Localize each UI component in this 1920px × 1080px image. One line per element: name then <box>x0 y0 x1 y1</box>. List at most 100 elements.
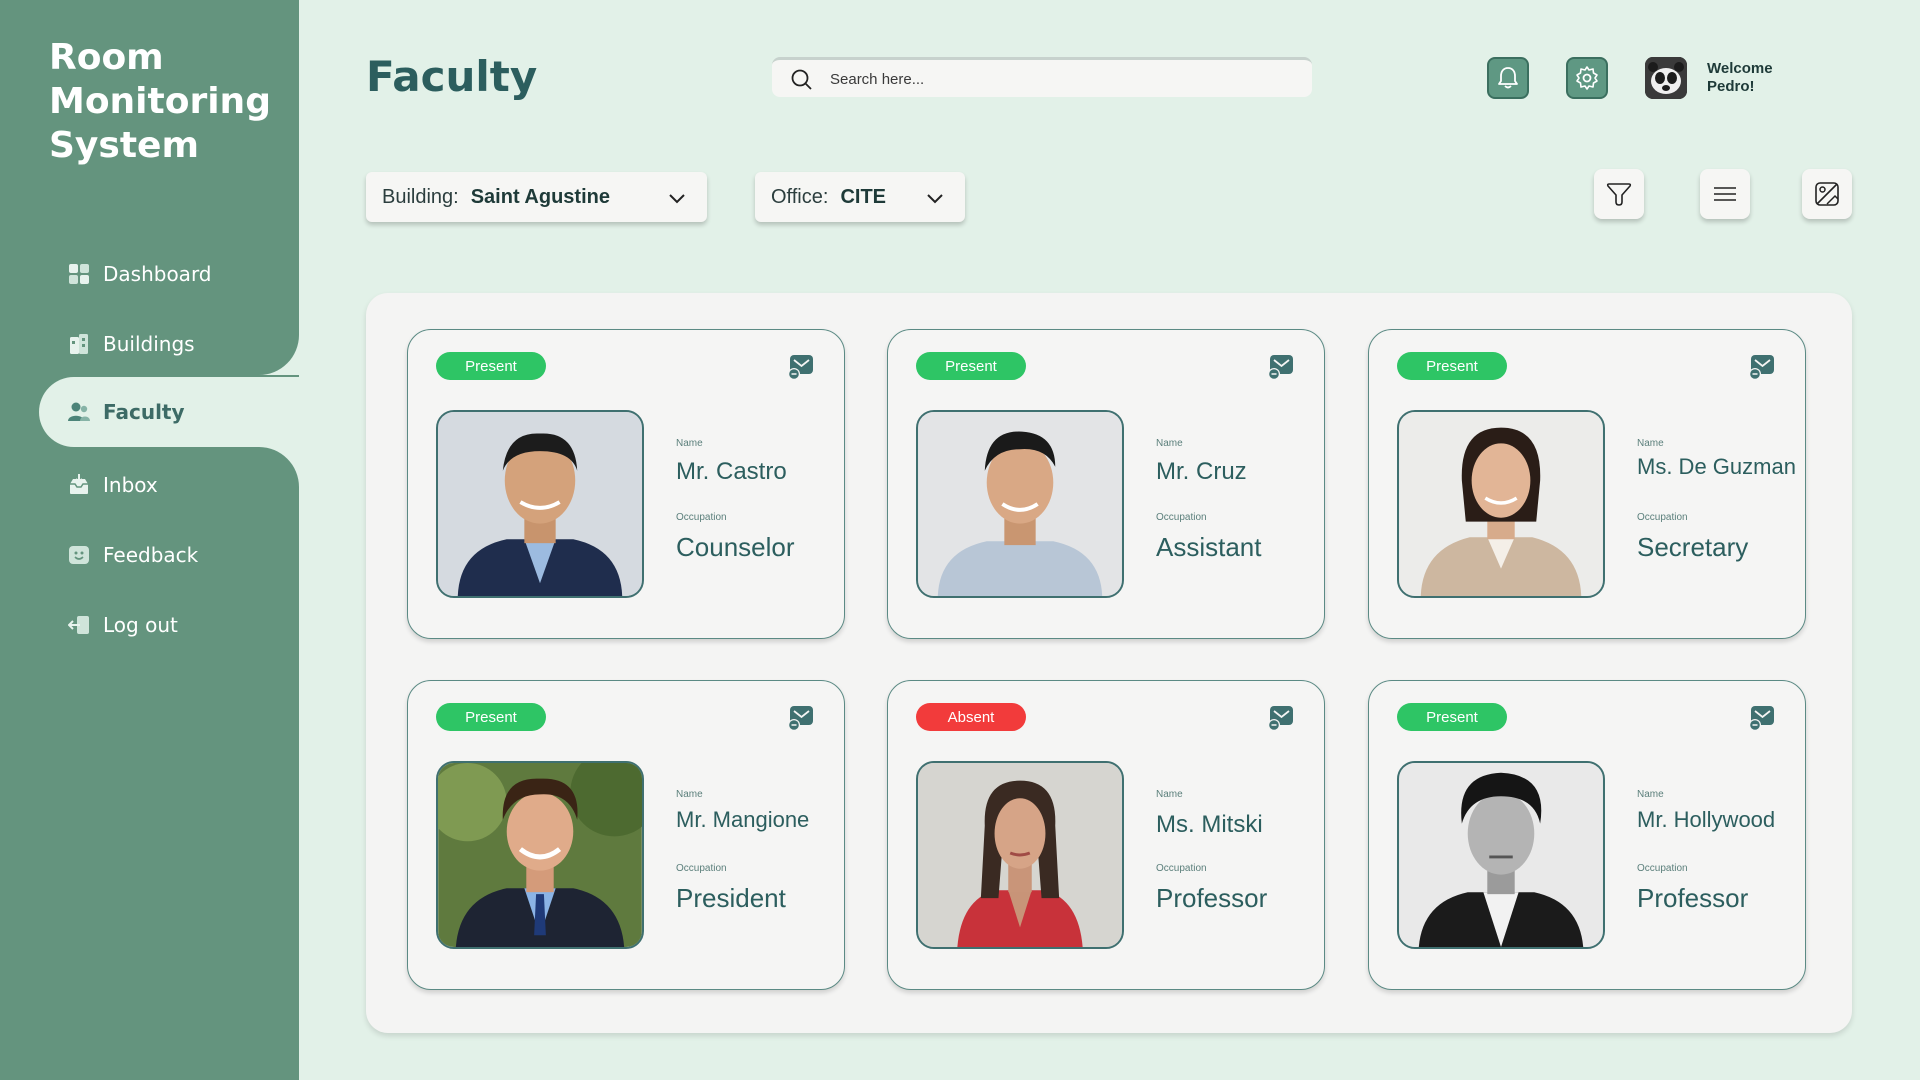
notifications-button[interactable] <box>1487 57 1529 99</box>
sidebar-item-feedback[interactable]: Feedback <box>0 526 299 586</box>
message-icon[interactable] <box>1266 703 1296 733</box>
status-badge: Present <box>916 352 1026 380</box>
sidebar-item-logout[interactable]: Log out <box>0 596 299 656</box>
faculty-name: Mr. Cruz <box>1156 458 1247 485</box>
welcome-text: Welcome Pedro! <box>1707 60 1773 96</box>
portrait-image <box>1399 763 1603 947</box>
sidebar-item-label: Faculty <box>103 400 185 424</box>
sidebar-item-dashboard[interactable]: Dashboard <box>0 245 299 305</box>
page-title: Faculty <box>366 52 538 101</box>
message-icon[interactable] <box>786 703 816 733</box>
occupation-label: Occupation <box>1156 512 1207 523</box>
feedback-icon <box>69 546 89 564</box>
faculty-photo <box>1397 761 1605 949</box>
sidebar-item-label: Log out <box>103 613 178 637</box>
building-icon <box>70 334 88 354</box>
faculty-name: Ms. De Guzman <box>1637 454 1796 479</box>
welcome-line: Welcome <box>1707 60 1773 77</box>
menu-icon <box>1714 187 1736 201</box>
faculty-occupation: Assistant <box>1156 532 1262 562</box>
message-icon[interactable] <box>1747 352 1777 382</box>
faculty-photo <box>1397 410 1605 598</box>
faculty-photo <box>436 410 644 598</box>
sidebar-item-label: Buildings <box>103 332 195 356</box>
name-label: Name <box>1637 438 1664 449</box>
occupation-label: Occupation <box>1637 512 1688 523</box>
faculty-occupation: Professor <box>1156 883 1268 913</box>
portrait-image <box>918 763 1122 947</box>
faculty-occupation: Counselor <box>676 532 795 562</box>
portrait-image <box>438 763 642 947</box>
settings-button[interactable] <box>1566 57 1608 99</box>
faculty-card[interactable]: Present Name Mr. Cruz Occupation Assista… <box>887 329 1325 639</box>
inbox-icon <box>70 474 88 494</box>
dashboard-icon <box>69 264 89 284</box>
chevron-down-icon <box>927 194 943 204</box>
status-badge: Present <box>436 352 546 380</box>
building-dropdown[interactable]: Building: Saint Agustine <box>366 172 707 222</box>
name-label: Name <box>1156 789 1183 800</box>
faculty-card[interactable]: Present Name Mr. Mangione Occupation Pre… <box>407 680 845 990</box>
faculty-card[interactable]: Absent Name Ms. Mitski Occupation Profes… <box>887 680 1325 990</box>
users-icon <box>68 402 90 421</box>
faculty-panel: Present Name Mr. Castro Occupation Couns… <box>366 293 1852 1033</box>
message-icon[interactable] <box>1266 352 1296 382</box>
sidebar-item-label: Dashboard <box>103 262 212 286</box>
filter-button[interactable] <box>1594 169 1644 219</box>
app-title: Room Monitoring System <box>49 37 271 166</box>
search-bar <box>772 57 1312 97</box>
portrait-image <box>438 412 642 596</box>
status-badge: Absent <box>916 703 1026 731</box>
welcome-username: Pedro! <box>1707 78 1755 95</box>
faculty-photo <box>436 761 644 949</box>
faculty-occupation: Secretary <box>1637 532 1749 562</box>
faculty-card[interactable]: Present Name Ms. De Guzman Occupation Se… <box>1368 329 1806 639</box>
faculty-name: Ms. Mitski <box>1156 811 1263 838</box>
faculty-name: Mr. Hollywood <box>1637 807 1776 832</box>
building-value: Saint Agustine <box>470 185 610 208</box>
filter-icon <box>1606 183 1632 206</box>
status-badge: Present <box>436 703 546 731</box>
search-input[interactable] <box>830 66 1290 92</box>
message-icon[interactable] <box>786 352 816 382</box>
faculty-photo <box>916 761 1124 949</box>
faculty-occupation: Professor <box>1637 883 1749 913</box>
image-icon <box>1815 182 1839 206</box>
building-label: Building: <box>382 185 459 208</box>
office-dropdown[interactable]: Office: CITE <box>755 172 965 222</box>
portrait-image <box>918 412 1122 596</box>
name-label: Name <box>1637 789 1664 800</box>
faculty-name: Mr. Castro <box>676 458 787 485</box>
bell-icon <box>1498 67 1518 89</box>
occupation-label: Occupation <box>1156 863 1207 874</box>
occupation-label: Occupation <box>676 512 727 523</box>
occupation-label: Occupation <box>1637 863 1688 874</box>
user-avatar <box>1645 57 1687 99</box>
faculty-card[interactable]: Present Name Mr. Castro Occupation Couns… <box>407 329 845 639</box>
faculty-card[interactable]: Present Name Mr. Hollywood Occupation Pr… <box>1368 680 1806 990</box>
occupation-label: Occupation <box>676 863 727 874</box>
sidebar-item-buildings[interactable]: Buildings <box>0 315 299 375</box>
gallery-button[interactable] <box>1802 169 1852 219</box>
faculty-photo <box>916 410 1124 598</box>
portrait-image <box>1399 412 1603 596</box>
faculty-name: Mr. Mangione <box>676 807 810 832</box>
logout-icon <box>68 616 89 634</box>
name-label: Name <box>676 438 703 449</box>
name-label: Name <box>676 789 703 800</box>
chevron-down-icon <box>669 194 685 204</box>
gear-icon <box>1576 66 1598 90</box>
status-badge: Present <box>1397 703 1507 731</box>
avatar[interactable] <box>1645 57 1687 99</box>
sidebar-item-faculty[interactable]: Faculty <box>39 377 299 447</box>
name-label: Name <box>1156 438 1183 449</box>
office-label: Office: <box>771 185 829 208</box>
status-badge: Present <box>1397 352 1507 380</box>
menu-button[interactable] <box>1700 169 1750 219</box>
message-icon[interactable] <box>1747 703 1777 733</box>
search-icon[interactable] <box>790 68 814 92</box>
sidebar-item-inbox[interactable]: Inbox <box>0 456 299 516</box>
office-value: CITE <box>840 185 886 208</box>
sidebar-item-label: Feedback <box>103 543 199 567</box>
sidebar-item-label: Inbox <box>103 473 158 497</box>
